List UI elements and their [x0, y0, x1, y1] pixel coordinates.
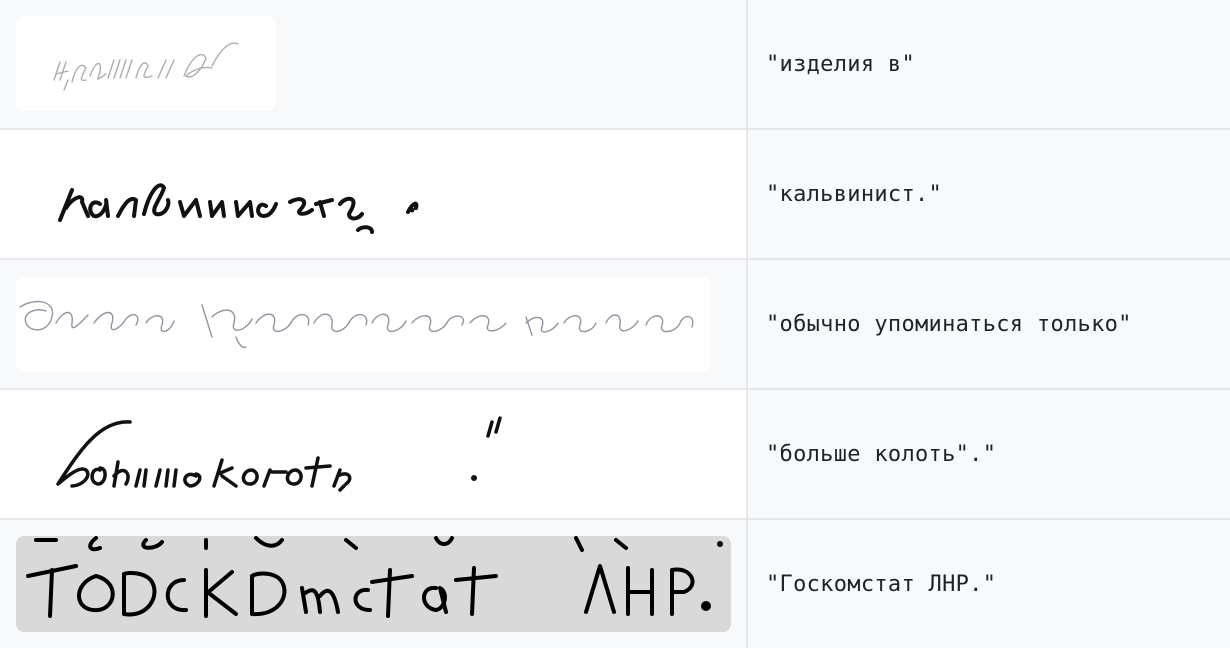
handwriting-image: [16, 536, 731, 632]
table-row: "больше колоть".": [0, 390, 1230, 520]
transcription-text: "кальвинист.": [766, 181, 943, 207]
transcription-text: "обычно упоминаться только": [766, 311, 1132, 337]
transcription-text: "больше колоть".": [766, 441, 997, 467]
transcription-text: "Госкомстат ЛНР.": [766, 571, 997, 597]
handwriting-image: [0, 130, 746, 258]
handwriting-scribble-faint: [53, 42, 239, 91]
image-cell: [0, 260, 748, 388]
handwriting-image: [0, 390, 746, 518]
handwriting-scribble-faint: [19, 300, 694, 349]
handwriting-scribble-bold: [58, 183, 419, 234]
image-cell: [0, 0, 748, 128]
transcription-text: "изделия в": [766, 51, 915, 77]
image-cell: [0, 390, 748, 518]
handwriting-image: [16, 277, 711, 372]
image-cell: [0, 130, 748, 258]
table-row: "Госкомстат ЛНР.": [0, 520, 1230, 648]
table-row: "обычно упоминаться только": [0, 260, 1230, 390]
handwriting-scribble-bold: [26, 536, 723, 618]
handwriting-scribble-bold: [56, 416, 502, 492]
handwriting-table: "изделия в" "кальвинист." "обычно упомин…: [0, 0, 1230, 648]
handwriting-image: [16, 16, 276, 111]
image-cell: [0, 520, 748, 648]
table-row: "изделия в": [0, 0, 1230, 130]
table-row: "кальвинист.": [0, 130, 1230, 260]
